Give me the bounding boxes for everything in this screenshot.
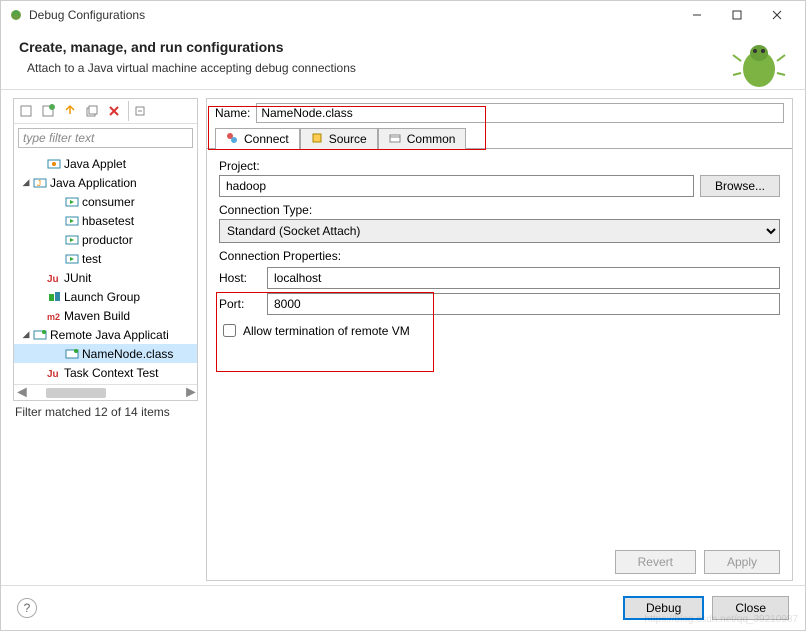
right-panel: Name: Connect Source Common Project: Brows… [206,98,793,581]
host-label: Host: [219,271,261,285]
left-panel: Java Applet ◢ J Java Application consumer hba… [13,98,198,401]
tree-item[interactable]: ◢ J Java Application [14,173,197,192]
horizontal-scrollbar[interactable]: ◄► [14,384,197,400]
tree-item[interactable]: hbasetest [14,211,197,230]
tree-item-label: NameNode.class [82,347,173,361]
run-icon [64,213,80,229]
tab-source[interactable]: Source [300,128,378,149]
header-title: Create, manage, and run configurations [19,39,787,55]
maven-icon: m2 [46,308,62,324]
tree-item[interactable]: NameNode.class [14,344,197,363]
tree-item-label: Launch Group [64,290,140,304]
allow-terminate-label: Allow termination of remote VM [243,324,410,338]
port-input[interactable] [267,293,780,315]
connection-type-label: Connection Type: [219,203,780,217]
tree-item-label: test [82,252,101,266]
tree-item-label: Java Applet [64,157,126,171]
tree-item-label: productor [82,233,133,247]
config-toolbar [14,99,197,124]
svg-text:Ju: Ju [47,369,59,380]
filter-input[interactable] [18,128,193,148]
connect-form: Project: Browse... Connection Type: Stan… [207,149,792,544]
group-icon [46,289,62,305]
tree-item-label: Maven Build [64,309,130,323]
host-input[interactable] [267,267,780,289]
tree-item-label: Task Context Test [64,366,159,380]
tab-connect[interactable]: Connect [215,128,300,149]
new-config-button[interactable] [16,101,36,121]
tab-strip: Connect Source Common [207,127,792,149]
new-prototype-button[interactable] [38,101,58,121]
allow-terminate-checkbox[interactable] [223,324,236,337]
minimize-button[interactable] [677,3,717,27]
revert-button[interactable]: Revert [615,550,696,574]
duplicate-button[interactable] [82,101,102,121]
run-icon [64,232,80,248]
javaapp-icon: J [32,175,48,191]
titlebar: Debug Configurations [1,1,805,29]
tree-item-label: Java Application [50,176,137,190]
tab-label: Source [329,132,367,146]
config-tree[interactable]: Java Applet ◢ J Java Application consumer hba… [14,152,197,384]
maximize-button[interactable] [717,3,757,27]
apply-button[interactable]: Apply [704,550,780,574]
tree-item[interactable]: productor [14,230,197,249]
name-label: Name: [215,106,250,120]
remote-icon [64,346,80,362]
tree-item[interactable]: m2 Maven Build [14,306,197,325]
footer: ? Debug Close [1,585,805,630]
applet-icon [46,156,62,172]
tree-item-label: Remote Java Applicati [50,328,169,342]
tree-item[interactable]: Ju JUnit [14,268,197,287]
bug-icon [731,37,787,98]
tree-item[interactable]: consumer [14,192,197,211]
svg-text:J: J [37,179,41,188]
help-button[interactable]: ? [17,598,37,618]
expand-arrow-icon[interactable]: ◢ [20,177,32,188]
port-label: Port: [219,297,261,311]
tree-item[interactable]: Ju Task Context Test [14,363,197,382]
close-button[interactable]: Close [712,596,789,620]
tab-label: Common [407,132,456,146]
tab-icon [311,132,325,146]
project-input[interactable] [219,175,694,197]
svg-text:m2: m2 [47,312,60,322]
tab-common[interactable]: Common [378,128,467,149]
window-title: Debug Configurations [29,8,145,22]
tree-item-label: JUnit [64,271,91,285]
junit-icon: Ju [46,270,62,286]
delete-button[interactable] [104,101,124,121]
close-window-button[interactable] [757,3,797,27]
svg-text:Ju: Ju [47,274,59,285]
junit-icon: Ju [46,365,62,381]
run-icon [64,251,80,267]
debug-button[interactable]: Debug [623,596,704,620]
tab-icon [389,132,403,146]
tab-label: Connect [244,132,289,146]
tree-item[interactable]: ◢ Remote Java Applicati [14,325,197,344]
filter-status: Filter matched 12 of 14 items [13,401,198,423]
tree-item[interactable]: Launch Group [14,287,197,306]
project-label: Project: [219,159,780,173]
tree-item[interactable]: Java Applet [14,154,197,173]
browse-button[interactable]: Browse... [700,175,780,197]
connection-properties-label: Connection Properties: [219,249,780,263]
run-icon [64,194,80,210]
name-input[interactable] [256,103,784,123]
collapse-all-button[interactable] [128,101,148,121]
tree-item-label: consumer [82,195,135,209]
expand-arrow-icon[interactable]: ◢ [20,329,32,340]
tree-item[interactable]: test [14,249,197,268]
tree-item-label: hbasetest [82,214,134,228]
export-button[interactable] [60,101,80,121]
app-icon [9,8,23,22]
connection-type-select[interactable]: Standard (Socket Attach) [219,219,780,243]
header-subtitle: Attach to a Java virtual machine accepti… [27,61,787,75]
header: Create, manage, and run configurations A… [1,29,805,90]
remote-icon [32,327,48,343]
tab-icon [226,132,240,146]
